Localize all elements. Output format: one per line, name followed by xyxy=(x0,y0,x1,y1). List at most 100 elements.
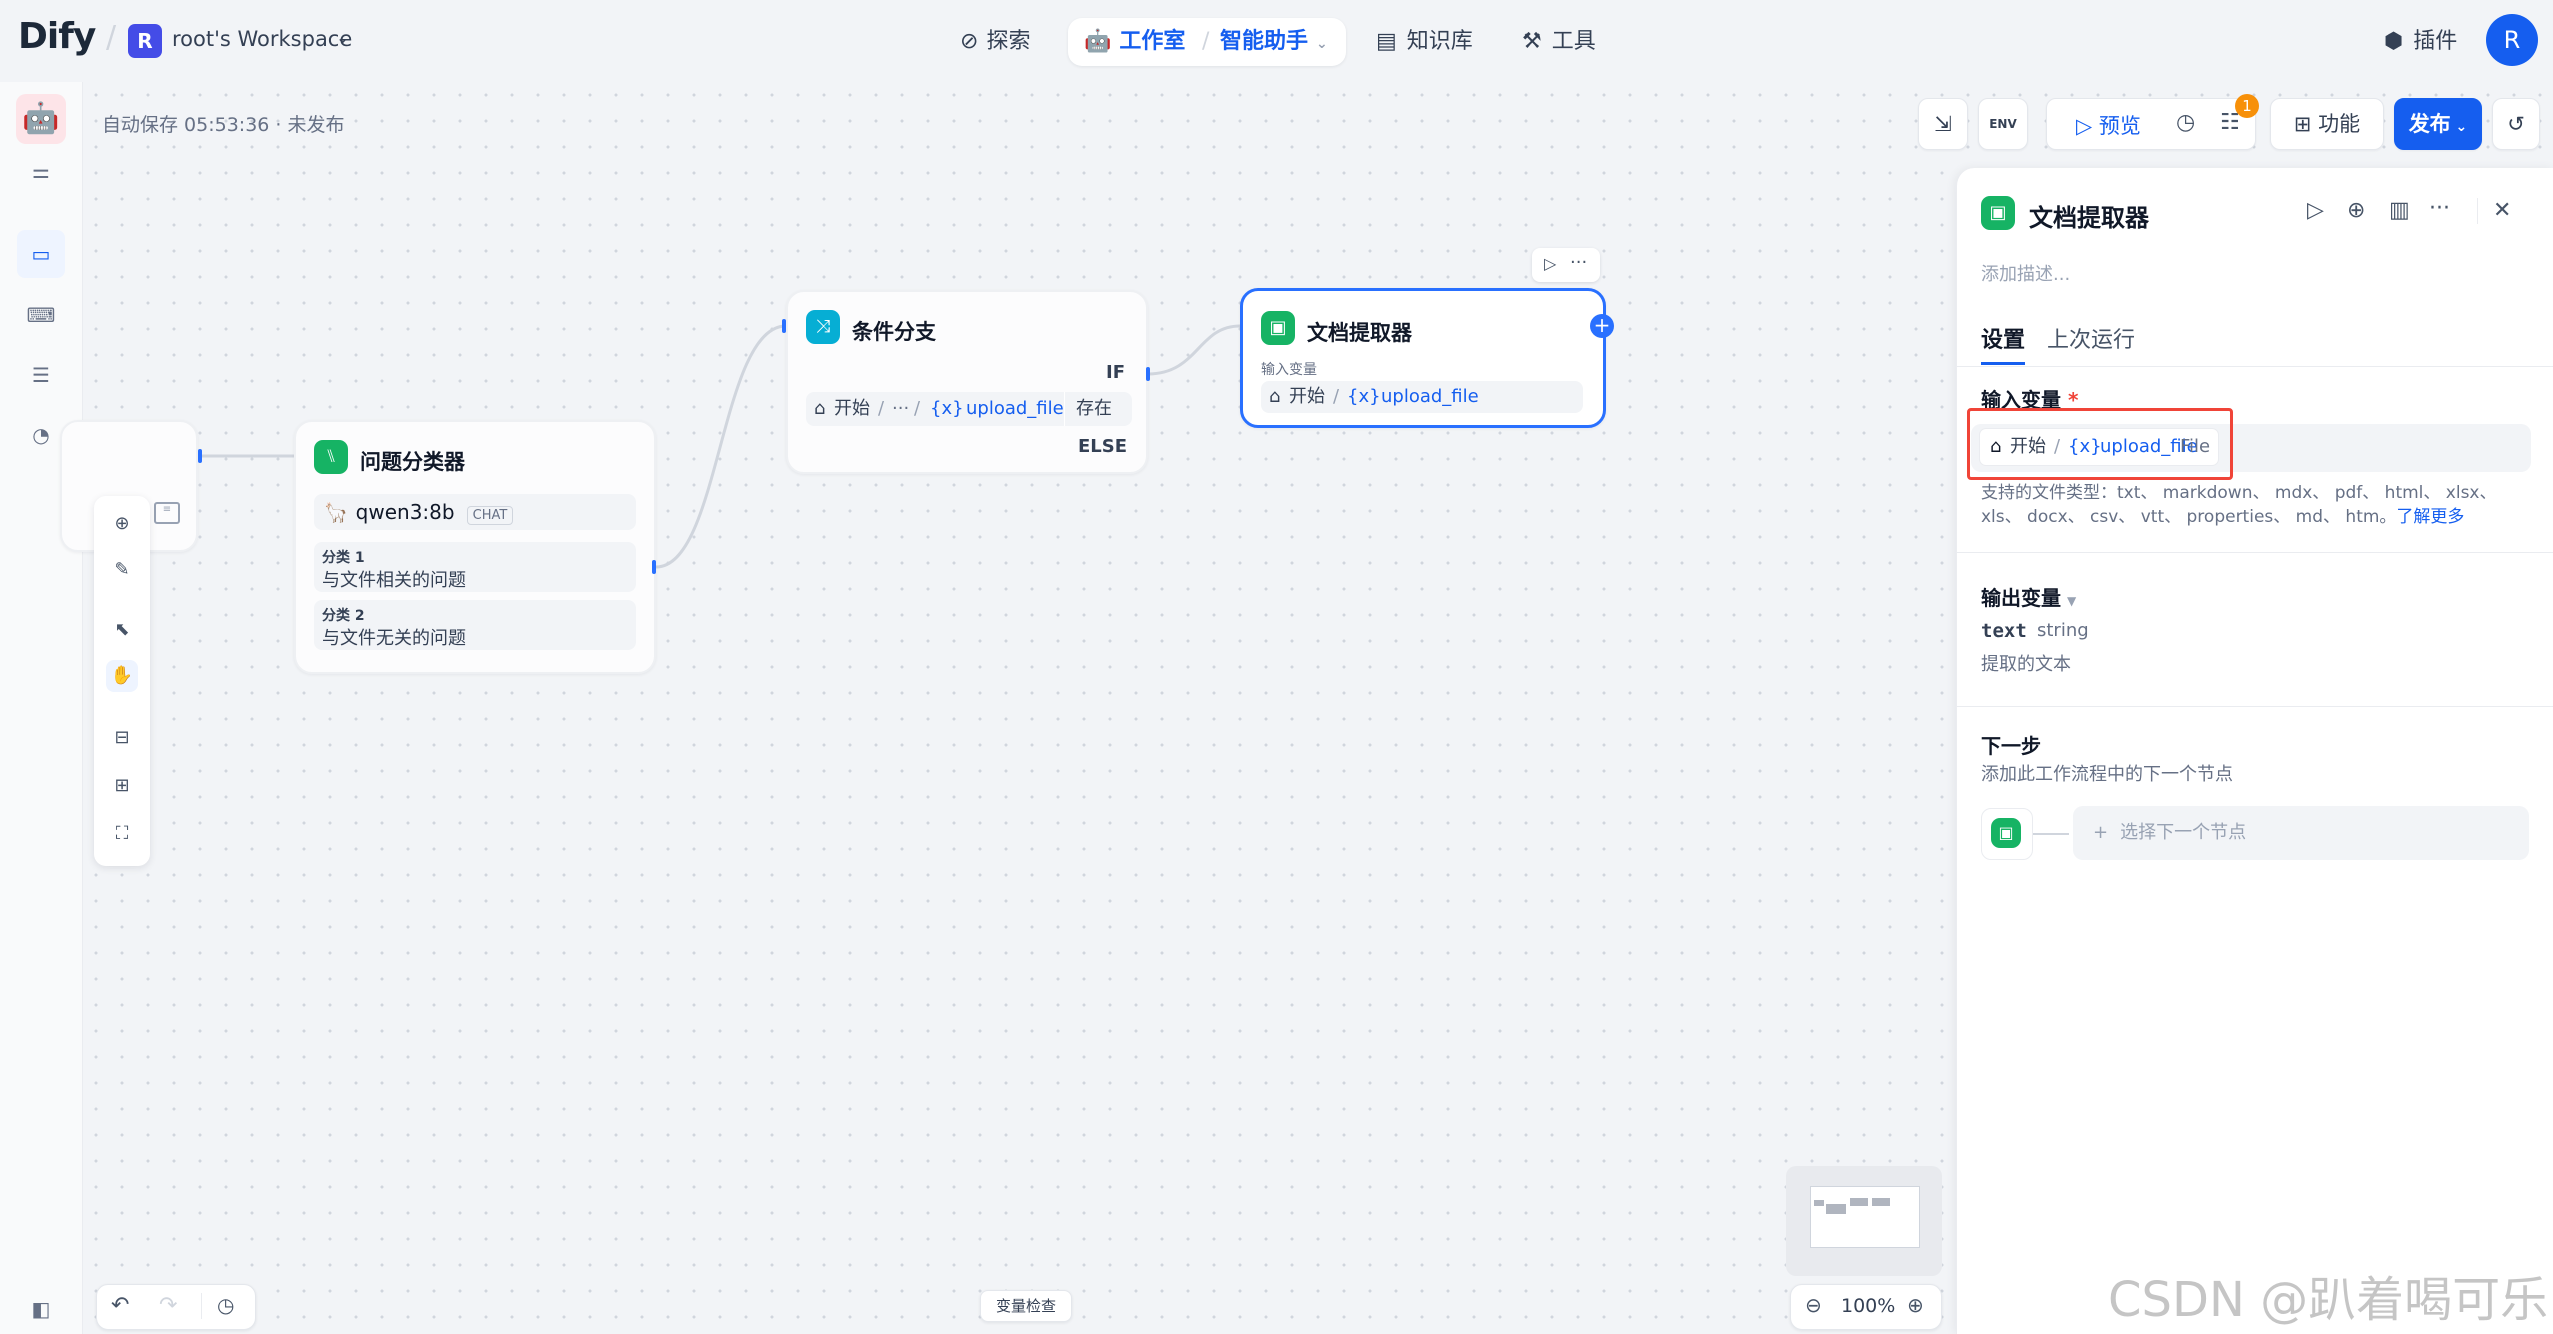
add-note-icon[interactable]: ✎ xyxy=(106,554,138,586)
next-step-connector xyxy=(2033,833,2069,835)
if-output-handle[interactable] xyxy=(1146,367,1150,381)
start-node-output-handle[interactable] xyxy=(198,449,202,463)
history-controls: ↶ ↷ ◷ xyxy=(96,1284,256,1330)
history-icon[interactable]: ◷ xyxy=(217,1293,234,1317)
class-1-item[interactable]: 分类 1 与文件相关的问题 xyxy=(314,542,636,592)
model-type-tag: CHAT xyxy=(466,506,514,525)
home-icon: ⌂ xyxy=(1990,436,2002,457)
supported-types-line1: 支持的文件类型：txt、 markdown、 mdx、 pdf、 html、 x… xyxy=(1981,483,2497,503)
section-divider xyxy=(1957,706,2553,707)
file-icon: ≡ xyxy=(154,502,180,524)
branch-icon: ⤨ xyxy=(806,310,840,344)
more-icon[interactable]: ··· xyxy=(2429,196,2450,221)
run-node-icon[interactable]: ▷ xyxy=(1544,254,1556,273)
node-config-panel: ▣ 文档提取器 ▷ ⊕ ▥ ··· ✕ 添加描述... 设置 上次运行 输入变量… xyxy=(1956,168,2553,1334)
export-image-icon[interactable]: ⊟ xyxy=(106,722,138,754)
input-var-chip[interactable]: ⌂ 开始 / {x} upload_file File xyxy=(1979,428,2219,466)
minimap-node xyxy=(1814,1200,1824,1206)
tab-settings[interactable]: 设置 xyxy=(1981,322,2025,354)
output-var-name: text xyxy=(1981,620,2027,642)
condition-operator: 存在 xyxy=(1076,398,1112,419)
divider xyxy=(2477,198,2478,224)
zoom-in-icon[interactable]: ⊕ xyxy=(1907,1293,1924,1317)
learn-more-link[interactable]: 了解更多 xyxy=(2396,507,2464,527)
classifier-icon: ⑊ xyxy=(314,440,348,474)
variable-inspect-button[interactable]: 变量检查 xyxy=(980,1290,1072,1322)
else-label: ELSE xyxy=(1078,436,1128,457)
canvas-tools: ⊕ ✎ ⬉ ✋ ⊟ ⊞ ⛶ xyxy=(94,496,150,866)
panel-title[interactable]: 文档提取器 xyxy=(2029,198,2149,233)
variable-icon: {x} xyxy=(2068,436,2102,457)
next-step-label: 下一步 xyxy=(1981,734,2041,758)
supported-types-text: xls、 docx、 csv、 vtt、 properties、 md、 htm… xyxy=(1981,507,2397,527)
class-2-item[interactable]: 分类 2 与文件无关的问题 xyxy=(314,600,636,650)
section-divider xyxy=(1957,552,2553,553)
variable-inspect-label: 变量检查 xyxy=(995,1297,1056,1315)
active-tab-indicator xyxy=(1981,362,2025,365)
pointer-icon[interactable]: ⬉ xyxy=(106,614,138,646)
output-var-desc: 提取的文本 xyxy=(1981,654,2071,675)
class-1-label: 分类 1 xyxy=(322,550,365,566)
condition-ellipsis: ··· xyxy=(892,398,910,419)
close-icon[interactable]: ✕ xyxy=(2493,198,2511,223)
zoom-level[interactable]: 100% xyxy=(1841,1295,1895,1317)
if-label: IF xyxy=(1106,362,1125,383)
select-next-node-button[interactable]: + 选择下一个节点 xyxy=(2073,806,2529,860)
question-classifier-node[interactable]: ⑊ 问题分类器 🦙 qwen3:8b CHAT 分类 1 与文件相关的问题 分类 … xyxy=(294,420,656,674)
condition-row[interactable]: ⌂ 开始 / ··· / {x} upload_file 存在 xyxy=(806,392,1132,426)
model-selector[interactable]: 🦙 qwen3:8b CHAT xyxy=(314,494,636,530)
class-1-text: 与文件相关的问题 xyxy=(322,570,466,591)
if-else-input-handle[interactable] xyxy=(782,319,786,333)
edge-ifelse-to-doc xyxy=(1147,324,1241,376)
tab-last-run[interactable]: 上次运行 xyxy=(2047,322,2135,354)
plus-icon: + xyxy=(2093,822,2109,843)
next-step-desc: 添加此工作流程中的下一个节点 xyxy=(1981,764,2233,785)
watermark: CSDN @趴着喝可乐 xyxy=(2108,1272,2549,1328)
output-var-label-text: 输出变量 xyxy=(1981,586,2061,610)
redo-icon[interactable]: ↷ xyxy=(159,1293,177,1318)
variable-icon: {x} xyxy=(1347,386,1381,407)
home-icon: ⌂ xyxy=(814,398,826,419)
organize-icon[interactable]: ⊞ xyxy=(106,770,138,802)
doc-var-name: upload_file xyxy=(1381,386,1479,407)
variable-icon: {x} xyxy=(930,398,964,419)
model-name: qwen3:8b xyxy=(355,500,455,524)
input-var-type: File xyxy=(2180,436,2211,457)
divider xyxy=(1064,392,1065,426)
if-else-title: 条件分支 xyxy=(852,320,936,344)
add-next-node-icon[interactable]: + xyxy=(1590,314,1614,338)
classifier-title: 问题分类器 xyxy=(360,450,465,474)
path-separator: / xyxy=(914,398,921,419)
doc-extractor-icon: ▣ xyxy=(1991,818,2021,848)
if-else-node[interactable]: ⤨ 条件分支 IF ⌂ 开始 / ··· / {x} upload_file 存… xyxy=(786,290,1148,474)
locate-icon[interactable]: ⊕ xyxy=(2347,198,2365,223)
more-icon[interactable]: ··· xyxy=(1570,252,1587,273)
path-separator: / xyxy=(1333,386,1340,407)
doc-extractor-title: 文档提取器 xyxy=(1307,321,1412,345)
undo-icon[interactable]: ↶ xyxy=(111,1293,129,1318)
minimap-viewport xyxy=(1810,1186,1920,1248)
class-2-text: 与文件无关的问题 xyxy=(322,628,466,649)
doc-input-var-chip[interactable]: ⌂ 开始 / {x} upload_file xyxy=(1261,381,1583,413)
minimap[interactable] xyxy=(1786,1166,1942,1276)
description-input[interactable]: 添加描述... xyxy=(1981,260,2070,286)
input-var-prefix: 开始 xyxy=(2010,436,2046,457)
edge-classifier-to-ifelse xyxy=(655,324,787,569)
add-node-icon[interactable]: ⊕ xyxy=(106,508,138,540)
condition-var-name: upload_file xyxy=(966,398,1064,419)
help-doc-icon[interactable]: ▥ xyxy=(2389,198,2410,223)
doc-extractor-node[interactable]: ▣ 文档提取器 输入变量 ⌂ 开始 / {x} upload_file xyxy=(1240,288,1606,428)
class-2-label: 分类 2 xyxy=(322,608,365,624)
output-var-label[interactable]: 输出变量 ▼ xyxy=(1981,582,2076,611)
classifier-output-handle[interactable] xyxy=(652,560,656,574)
ollama-icon: 🦙 xyxy=(324,502,348,524)
current-node-card: ▣ xyxy=(1981,808,2033,860)
zoom-out-icon[interactable]: ⊖ xyxy=(1805,1293,1822,1317)
run-step-icon[interactable]: ▷ xyxy=(2307,198,2324,223)
fit-view-icon[interactable]: ⛶ xyxy=(106,818,138,850)
supported-types-line2: xls、 docx、 csv、 vtt、 properties、 md、 htm… xyxy=(1981,502,2464,527)
select-next-label: 选择下一个节点 xyxy=(2120,822,2247,843)
tabs-divider xyxy=(1957,366,2553,367)
condition-var-prefix: 开始 xyxy=(834,398,870,419)
hand-icon[interactable]: ✋ xyxy=(106,660,138,692)
